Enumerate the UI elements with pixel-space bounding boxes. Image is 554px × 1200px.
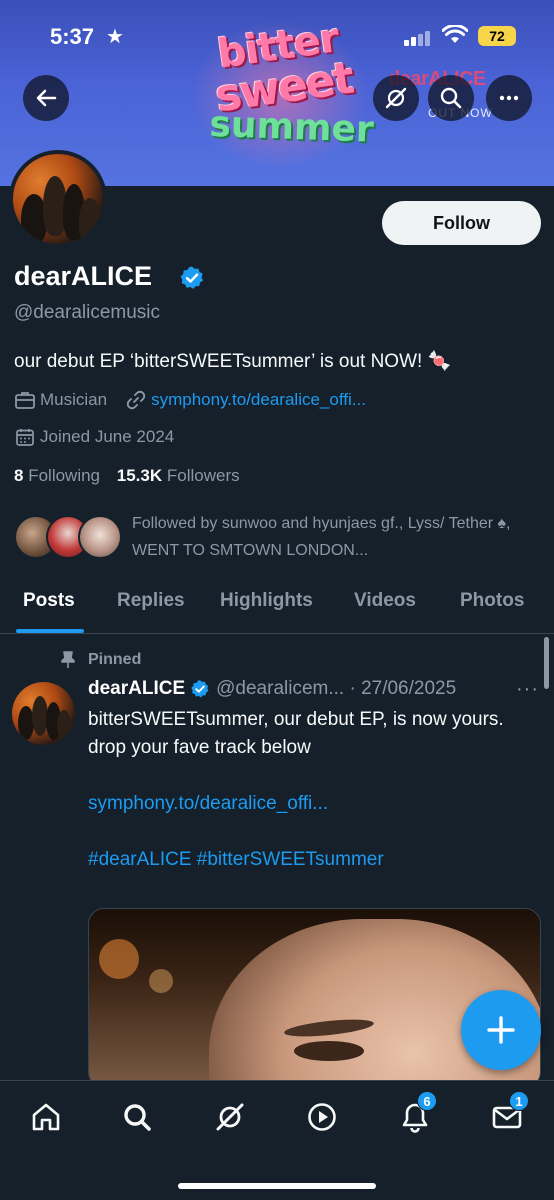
home-icon xyxy=(32,1103,60,1131)
status-bar: 5:37 ★ 72 xyxy=(0,0,554,72)
notifications-badge: 6 xyxy=(417,1091,437,1111)
bottom-navigation: 6 1 xyxy=(0,1080,554,1200)
arrow-left-icon xyxy=(36,89,57,107)
post-handle-date: @dearalicem... · 27/06/2025 xyxy=(216,678,457,699)
profile-category: Musician xyxy=(40,390,108,409)
pinned-label-row: Pinned xyxy=(60,651,141,669)
grok-icon xyxy=(385,87,407,109)
following-label: Following xyxy=(28,466,101,485)
post-author-name[interactable]: dearALICE xyxy=(88,678,185,700)
followers-label: Followers xyxy=(166,466,240,485)
grok-button[interactable] xyxy=(373,75,419,121)
battery-indicator: 72 xyxy=(478,26,516,46)
profile-display-name: dearALICE xyxy=(14,261,153,291)
profile-joined-date: Joined June 2024 xyxy=(40,427,175,446)
image-bokeh xyxy=(149,969,173,993)
follow-counts: 8 Following 15.3K Followers xyxy=(14,466,240,486)
post-spacer xyxy=(88,818,528,846)
post-body: bitterSWEETsummer, our debut EP, is now … xyxy=(88,706,528,874)
profile-handle: @dearalicemusic xyxy=(14,302,161,323)
post-header: dearALICE @dearalicem... · 27/06/2025 xyxy=(88,678,456,700)
profile-website-link[interactable]: symphony.to/dearalice_offi... xyxy=(151,390,366,410)
tab-highlights[interactable]: Highlights xyxy=(220,590,313,612)
search-button[interactable] xyxy=(428,75,474,121)
more-button[interactable] xyxy=(486,75,532,121)
pin-icon xyxy=(61,651,75,668)
post-text-line1: bitterSWEETsummer, our debut EP, is now … xyxy=(88,709,504,730)
post-text-line2: drop your fave track below xyxy=(88,737,311,758)
pinned-label: Pinned xyxy=(88,651,142,668)
status-time: 5:37 xyxy=(50,24,95,49)
tab-photos[interactable]: Photos xyxy=(460,590,524,612)
search-icon xyxy=(124,1104,151,1131)
profile-bio: our debut EP ‘bitterSWEETsummer’ is out … xyxy=(14,351,452,372)
nav-video[interactable] xyxy=(302,1097,342,1137)
search-icon xyxy=(440,87,462,109)
plus-icon xyxy=(487,1016,515,1044)
calendar-icon xyxy=(14,426,36,448)
profile-meta-row: Musician symphony.to/dearalice_offi... xyxy=(14,389,366,411)
back-button[interactable] xyxy=(23,75,69,121)
post-link[interactable]: symphony.to/dearalice_offi... xyxy=(88,790,528,818)
nav-home[interactable] xyxy=(26,1097,66,1137)
profile-avatar[interactable] xyxy=(9,150,107,248)
play-circle-icon xyxy=(308,1103,336,1131)
image-bokeh xyxy=(99,939,139,979)
follow-button[interactable]: Follow xyxy=(382,201,541,245)
followers-count: 15.3K xyxy=(116,466,163,485)
avatar-figure xyxy=(79,198,101,244)
followed-by-text[interactable]: Followed by sunwoo and hyunjaes gf., Lys… xyxy=(132,510,532,564)
cellular-signal-icon xyxy=(404,30,434,46)
banner-art-line3: summer xyxy=(208,103,375,151)
more-icon xyxy=(499,95,519,101)
briefcase-icon xyxy=(14,389,36,411)
nav-search[interactable] xyxy=(117,1097,157,1137)
wifi-icon xyxy=(441,24,469,50)
profile-joined-row: Joined June 2024 xyxy=(14,426,174,448)
image-eye xyxy=(294,1041,364,1061)
post-spacer xyxy=(88,762,528,790)
focus-star-icon: ★ xyxy=(106,26,124,48)
compose-post-button[interactable] xyxy=(461,990,541,1070)
link-icon xyxy=(125,389,147,411)
active-tab-indicator xyxy=(16,629,84,633)
following-link[interactable]: 8 Following xyxy=(14,466,100,485)
grok-icon xyxy=(216,1103,244,1131)
tab-posts[interactable]: Posts xyxy=(23,590,75,612)
post-media-image[interactable] xyxy=(88,908,541,1088)
verified-badge-icon xyxy=(180,266,204,289)
following-count: 8 xyxy=(14,466,24,485)
post-more-button[interactable]: ··· xyxy=(516,678,539,701)
nav-messages[interactable]: 1 xyxy=(487,1091,529,1137)
messages-badge: 1 xyxy=(509,1091,529,1111)
nav-notifications[interactable]: 6 xyxy=(395,1091,437,1137)
followers-link[interactable]: 15.3K Followers xyxy=(117,466,240,485)
tab-replies[interactable]: Replies xyxy=(117,590,185,612)
profile-tabs: Posts Replies Highlights Videos Photos xyxy=(0,580,554,634)
post-author-avatar[interactable] xyxy=(12,682,75,745)
avatar-figure xyxy=(57,710,71,740)
followed-by-avatars[interactable] xyxy=(14,515,124,561)
scrollbar[interactable] xyxy=(544,637,549,689)
home-indicator[interactable] xyxy=(178,1183,376,1189)
avatar xyxy=(78,515,122,559)
post-hashtags[interactable]: #dearALICE #bitterSWEETsummer xyxy=(88,846,528,874)
tab-videos[interactable]: Videos xyxy=(354,590,416,612)
verified-badge-icon xyxy=(191,680,209,698)
nav-grok[interactable] xyxy=(210,1097,250,1137)
